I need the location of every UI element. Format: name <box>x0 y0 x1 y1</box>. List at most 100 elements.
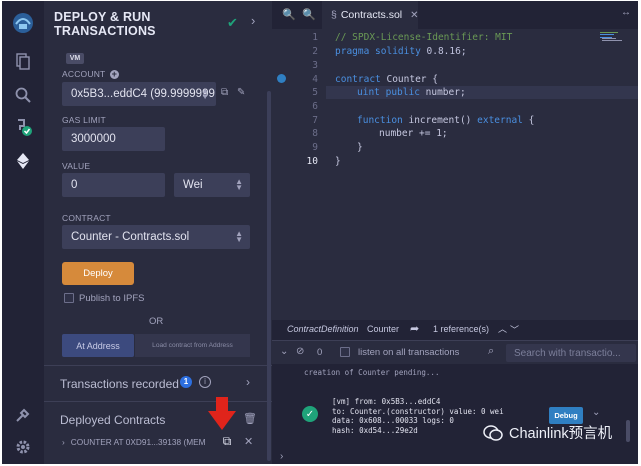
clear-console-icon[interactable]: ⊘ <box>296 346 304 357</box>
watermark-text: Chainlink预言机 <box>509 426 613 442</box>
account-select[interactable]: 0x5B3...eddC4 (99.9999999 ▲ ▼ <box>62 82 216 106</box>
definition-type: ContractDefinition <box>287 324 359 334</box>
account-value: 0x5B3...eddC4 (99.9999999 <box>71 88 215 100</box>
tx-line: to: Counter.(constructor) value: 0 wei <box>332 406 504 416</box>
copy-address-icon[interactable]: ⧉ <box>220 434 234 448</box>
deploy-button[interactable]: Deploy <box>62 262 134 285</box>
go-to-definition-icon[interactable]: ➦ <box>410 322 419 335</box>
chevron-down-icon[interactable]: ﹀ <box>510 323 519 336</box>
success-check-icon: ✓ <box>302 406 318 422</box>
breakpoint-dot[interactable] <box>277 74 286 83</box>
select-arrows-icon: ▲ ▼ <box>235 177 243 192</box>
chevron-right-icon[interactable]: › <box>62 437 65 447</box>
chevron-right-icon[interactable]: › <box>280 451 283 462</box>
deploy-run-icon[interactable] <box>9 147 37 175</box>
value-unit-select[interactable]: Wei ▲ ▼ <box>174 173 250 197</box>
code-token: function <box>357 115 403 126</box>
solidity-compiler-icon[interactable] <box>9 113 37 141</box>
code-token: number; <box>419 87 466 98</box>
code-line[interactable]: contract Counter { <box>335 74 438 85</box>
load-contract-address-input[interactable]: Load contract from Address <box>135 334 250 357</box>
terminal-scrollbar[interactable] <box>626 420 630 442</box>
vm-badge: VM <box>66 53 84 64</box>
code-token: pragma solidity <box>335 46 421 57</box>
tx-line: hash: 0xd54...29e2d <box>332 425 418 435</box>
code-line[interactable]: } <box>335 156 341 167</box>
tab-contracts-sol[interactable]: § Contracts.sol ✕ <box>322 1 419 29</box>
value-input[interactable]: 0 <box>62 173 165 197</box>
plugin-manager-icon[interactable] <box>9 401 37 429</box>
zoom-out-icon[interactable]: 🔍 <box>282 8 296 21</box>
publish-ipfs-checkbox[interactable] <box>64 293 74 303</box>
select-arrows-icon: ▲ ▼ <box>235 229 243 244</box>
chevron-right-icon[interactable]: › <box>251 13 255 28</box>
contract-select[interactable]: Counter - Contracts.sol ▲ ▼ <box>62 225 250 249</box>
divider <box>44 365 272 366</box>
trash-icon[interactable]: 🗑 <box>243 412 257 425</box>
code-line[interactable]: } <box>357 142 363 153</box>
expand-icon[interactable]: ↔ <box>621 7 631 18</box>
panel-title: DEPLOY & RUN TRANSACTIONS <box>54 10 156 38</box>
chevron-up-icon[interactable]: ︿ <box>498 322 507 335</box>
close-icon[interactable]: ✕ <box>244 435 253 448</box>
code-line[interactable]: pragma solidity 0.8.16; <box>335 46 467 57</box>
code-line[interactable]: number += 1; <box>379 128 448 139</box>
account-label-text: ACCOUNT <box>62 69 106 79</box>
definition-name: Counter <box>367 324 400 334</box>
listen-all-checkbox[interactable] <box>340 347 350 357</box>
info-icon[interactable]: i <box>199 376 211 388</box>
file-explorer-icon[interactable] <box>9 47 37 75</box>
pending-message: creation of Counter pending... <box>304 368 440 377</box>
select-arrows-icon: ▲ ▼ <box>201 86 209 101</box>
terminal-search-input[interactable]: Search with transactio... <box>506 344 636 362</box>
remix-ide-window: DEPLOY & RUN TRANSACTIONS ✔ › VM ACCOUNT… <box>2 1 638 464</box>
line-number: 5 <box>312 87 318 98</box>
icon-rail <box>2 1 44 464</box>
edit-icon[interactable]: ✎ <box>237 87 245 98</box>
settings-icon[interactable] <box>9 433 37 461</box>
minimap[interactable] <box>600 31 630 43</box>
value-label: VALUE <box>62 161 91 171</box>
chevron-down-icon[interactable]: ⌄ <box>592 407 600 418</box>
tx-line: data: 0x608...00033 logs: 0 <box>332 416 454 425</box>
gas-limit-input[interactable]: 3000000 <box>62 127 165 151</box>
line-number: 7 <box>312 115 318 126</box>
zoom-in-icon[interactable]: 🔍 <box>302 8 316 21</box>
tx-line: [vm] from: 0x5B3...eddC4 <box>332 397 441 406</box>
wechat-icon <box>483 424 503 441</box>
collapse-terminal-icon[interactable]: ⌄ <box>280 346 288 357</box>
gas-limit-label: GAS LIMIT <box>62 115 106 125</box>
code-line[interactable]: // SPDX-License-Identifier: MIT <box>335 32 512 43</box>
watermark: Chainlink预言机 <box>483 422 612 443</box>
panel-title-line2: TRANSACTIONS <box>54 24 156 38</box>
transaction-log[interactable]: [vm] from: 0x5B3...eddC4 to: Counter.(co… <box>332 397 504 435</box>
line-number: 1 <box>312 32 318 43</box>
solidity-file-icon: § <box>331 9 337 21</box>
copy-icon[interactable]: ⧉ <box>221 87 228 98</box>
code-token: uint public <box>357 87 420 98</box>
or-label: OR <box>149 316 164 327</box>
code-token: 0.8.16; <box>420 46 467 57</box>
code-line[interactable]: uint public number; <box>357 87 466 98</box>
check-icon: ✔ <box>227 15 238 30</box>
transactions-recorded-label[interactable]: Transactions recorded <box>60 377 179 391</box>
code-token: { <box>522 115 535 126</box>
line-number: 2 <box>312 46 318 57</box>
publish-ipfs-label: Publish to IPFS <box>79 293 145 304</box>
line-number: 10 <box>306 156 318 167</box>
contract-label: CONTRACT <box>62 213 111 223</box>
close-icon[interactable]: ✕ <box>410 10 418 21</box>
add-account-icon[interactable]: + <box>109 70 119 79</box>
line-number: 9 <box>312 142 318 153</box>
at-address-button[interactable]: At Address <box>62 334 134 357</box>
panel-scrollbar[interactable] <box>267 91 271 461</box>
deployed-contract-item[interactable]: › COUNTER AT 0XD91...39138 (MEM <box>62 437 206 447</box>
code-line[interactable]: function increment() external { <box>357 115 534 126</box>
remix-logo-icon[interactable] <box>9 9 37 37</box>
search-icon[interactable] <box>9 81 37 109</box>
line-number: 4 <box>312 74 318 85</box>
code-token: external <box>477 115 523 126</box>
tab-label: Contracts.sol <box>340 9 403 21</box>
chevron-right-icon[interactable]: › <box>246 375 250 389</box>
deployed-contracts-label: Deployed Contracts <box>60 413 166 427</box>
